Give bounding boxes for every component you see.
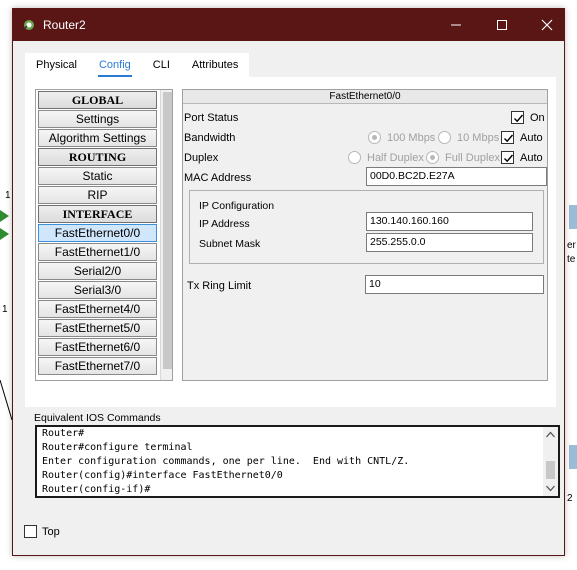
port-status-label: Port Status <box>184 112 239 124</box>
router-app-icon <box>23 20 34 30</box>
console-scrollbar-thumb[interactable] <box>546 461 555 479</box>
tab-bar: Physical Config CLI Attributes <box>25 53 250 77</box>
duplex-auto-checkbox[interactable] <box>501 151 514 164</box>
console-line: Router#configure terminal <box>42 442 193 453</box>
background-right-strip: er te 2 <box>565 0 577 570</box>
nav-item-serial3-0[interactable]: Serial3/0 <box>38 281 157 299</box>
background-label: te <box>567 254 576 265</box>
port-on-checkbox[interactable] <box>511 111 524 124</box>
half-duplex-radio[interactable] <box>348 151 361 164</box>
chevron-up-icon[interactable] <box>545 430 556 439</box>
minimize-button[interactable] <box>433 9 479 41</box>
window-title: Router2 <box>43 18 86 32</box>
close-icon <box>541 19 553 31</box>
console-scrollbar[interactable] <box>543 427 558 496</box>
config-nav-list: GLOBAL Settings Algorithm Settings ROUTI… <box>35 89 173 381</box>
background-label: er <box>567 240 576 251</box>
tx-ring-limit-field[interactable]: 10 <box>365 275 544 294</box>
tab-attributes[interactable]: Attributes <box>180 53 250 77</box>
background-device-icon <box>569 205 577 229</box>
bandwidth-10-label: 10 Mbps <box>457 132 500 144</box>
title-bar[interactable]: Router2 <box>13 9 564 41</box>
tab-physical[interactable]: Physical <box>25 53 88 77</box>
console-line: Router# <box>42 428 85 439</box>
nav-item-algorithm-settings[interactable]: Algorithm Settings <box>38 129 157 147</box>
minimize-icon <box>451 24 461 26</box>
mac-address-field[interactable]: 00D0.BC2D.E27A <box>366 167 547 186</box>
checkmark-icon <box>514 114 524 123</box>
duplex-auto-label: Auto <box>520 152 543 164</box>
background-left-strip: 1 1 <box>0 0 12 570</box>
ios-commands-label: Equivalent IOS Commands <box>34 412 161 424</box>
duplex-label: Duplex <box>184 152 219 164</box>
top-checkbox[interactable] <box>24 525 37 538</box>
nav-item-fastethernet5-0[interactable]: FastEthernet5/0 <box>38 319 157 337</box>
nav-scrollbar-thumb[interactable] <box>163 92 172 369</box>
config-panel: GLOBAL Settings Algorithm Settings ROUTI… <box>25 77 556 407</box>
nav-item-fastethernet0-0[interactable]: FastEthernet0/0 <box>38 224 157 242</box>
maximize-button[interactable] <box>479 9 525 41</box>
ip-address-label: IP Address <box>199 218 250 230</box>
chevron-down-icon[interactable] <box>545 484 556 493</box>
nav-header-interface: INTERFACE <box>38 205 157 223</box>
nav-item-rip[interactable]: RIP <box>38 186 157 204</box>
console-line: Router(config-if)# <box>42 484 151 495</box>
nav-item-serial2-0[interactable]: Serial2/0 <box>38 262 157 280</box>
router-config-window: Router2 Physical Config CLI Attributes G… <box>12 8 565 556</box>
ios-commands-console[interactable]: Router# Router#configure terminal Enter … <box>35 425 560 498</box>
background-device-icon <box>569 445 577 469</box>
console-line: Router(config)#interface FastEthernet0/0 <box>42 470 283 481</box>
checkmark-icon <box>504 154 514 163</box>
ip-configuration-label: IP Configuration <box>199 200 275 212</box>
tab-cli[interactable]: CLI <box>141 53 181 77</box>
nav-item-fastethernet6-0[interactable]: FastEthernet6/0 <box>38 338 157 356</box>
nav-item-fastethernet7-0[interactable]: FastEthernet7/0 <box>38 357 157 375</box>
nav-item-fastethernet4-0[interactable]: FastEthernet4/0 <box>38 300 157 318</box>
interface-settings-panel: FastEthernet0/0 Port Status On Bandwidth… <box>182 89 548 381</box>
background-label: 1 <box>5 190 11 201</box>
port-on-label: On <box>530 112 545 124</box>
full-duplex-label: Full Duplex <box>445 152 501 164</box>
close-button[interactable] <box>524 9 570 41</box>
console-line: Enter configuration commands, one per li… <box>42 456 410 467</box>
subnet-mask-field[interactable]: 255.255.0.0 <box>366 233 533 252</box>
ip-address-field[interactable]: 130.140.160.160 <box>366 212 533 231</box>
nav-header-global: GLOBAL <box>38 91 157 109</box>
maximize-icon <box>497 20 507 30</box>
bandwidth-10-radio[interactable] <box>438 131 451 144</box>
nav-scrollbar[interactable] <box>160 90 172 380</box>
bandwidth-100-radio[interactable] <box>368 131 381 144</box>
nav-item-settings[interactable]: Settings <box>38 110 157 128</box>
interface-header: FastEthernet0/0 <box>183 90 547 104</box>
half-duplex-label: Half Duplex <box>367 152 424 164</box>
full-duplex-radio[interactable] <box>426 151 439 164</box>
network-link-icon <box>0 210 9 240</box>
tx-ring-limit-label: Tx Ring Limit <box>187 280 252 292</box>
tab-config[interactable]: Config <box>87 53 142 77</box>
bandwidth-auto-label: Auto <box>520 132 543 144</box>
top-label: Top <box>42 526 60 538</box>
nav-item-fastethernet1-0[interactable]: FastEthernet1/0 <box>38 243 157 261</box>
mac-address-label: MAC Address <box>184 172 252 184</box>
background-label: 2 <box>567 493 573 504</box>
background-label: 1 <box>2 304 8 315</box>
bandwidth-100-label: 100 Mbps <box>387 132 436 144</box>
nav-item-static[interactable]: Static <box>38 167 157 185</box>
ip-configuration-group: IP Configuration IP Address 130.140.160.… <box>189 190 544 264</box>
bandwidth-label: Bandwidth <box>184 132 236 144</box>
subnet-mask-label: Subnet Mask <box>199 238 261 250</box>
bandwidth-auto-checkbox[interactable] <box>501 131 514 144</box>
nav-header-routing: ROUTING <box>38 148 157 166</box>
checkmark-icon <box>504 134 514 143</box>
network-cable-icon <box>0 380 12 420</box>
